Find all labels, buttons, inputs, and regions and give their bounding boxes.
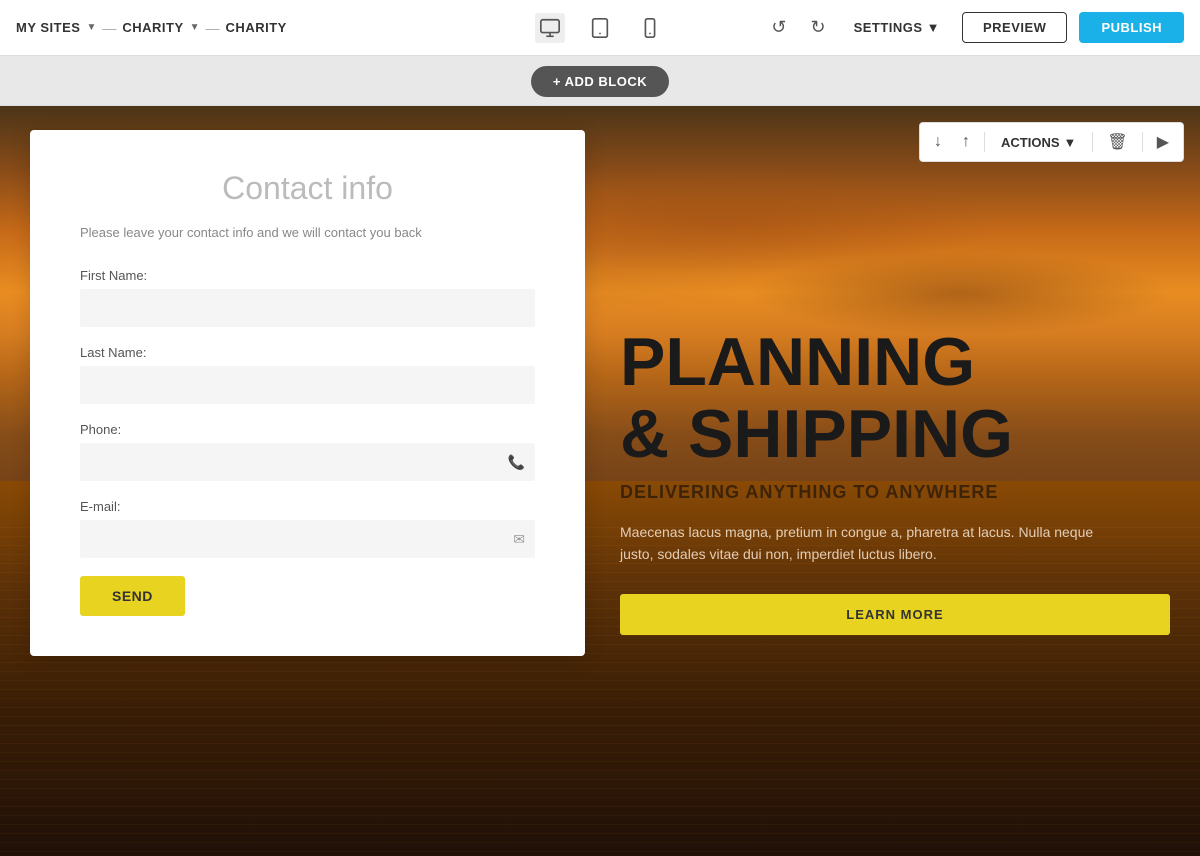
delete-button[interactable]: 🗑 xyxy=(1099,127,1135,157)
add-block-bar: + ADD BLOCK xyxy=(0,56,1200,106)
actions-separator-2 xyxy=(1092,132,1093,152)
first-name-label: First Name: xyxy=(80,268,535,283)
undo-button[interactable]: ↺ xyxy=(765,13,792,42)
topbar-actions: ↺ ↻ SETTINGS ▼ PREVIEW PUBLISH xyxy=(765,12,1184,43)
topbar: MY SITES ▼ — CHARITY ▼ — CHARITY xyxy=(0,0,1200,56)
add-block-button[interactable]: + ADD BLOCK xyxy=(531,66,669,97)
desktop-icon[interactable] xyxy=(535,13,565,43)
hero-subtitle: DELIVERING ANYTHING TO ANYWHERE xyxy=(620,482,1170,503)
actions-separator xyxy=(984,132,985,152)
my-sites-link[interactable]: MY SITES xyxy=(16,20,80,35)
phone-input-wrapper: 📞 xyxy=(80,443,535,481)
tablet-icon[interactable] xyxy=(585,13,615,43)
contact-form-title: Contact info xyxy=(80,170,535,207)
contact-form-card: Contact info Please leave your contact i… xyxy=(30,130,585,656)
publish-button[interactable]: PUBLISH xyxy=(1079,12,1184,43)
email-group: E-mail: ✉ xyxy=(80,499,535,558)
breadcrumb-arrow-2: ▼ xyxy=(190,22,200,33)
phone-group: Phone: 📞 xyxy=(80,422,535,481)
settings-button[interactable]: SETTINGS ▼ xyxy=(844,14,950,41)
email-input[interactable] xyxy=(80,520,535,558)
email-input-wrapper: ✉ xyxy=(80,520,535,558)
breadcrumb-sep-1: — xyxy=(102,20,116,36)
preview-button[interactable]: PREVIEW xyxy=(962,12,1067,43)
last-name-label: Last Name: xyxy=(80,345,535,360)
breadcrumb-charity-1[interactable]: CHARITY xyxy=(122,20,183,35)
phone-label: Phone: xyxy=(80,422,535,437)
contact-form-subtitle: Please leave your contact info and we wi… xyxy=(80,225,535,240)
mobile-icon[interactable] xyxy=(635,13,665,43)
hero-description: Maecenas lacus magna, pretium in congue … xyxy=(620,521,1120,566)
device-switcher xyxy=(535,13,665,43)
email-label: E-mail: xyxy=(80,499,535,514)
phone-input[interactable] xyxy=(80,443,535,481)
actions-arrow-icon: ▼ xyxy=(1064,135,1077,150)
first-name-group: First Name: xyxy=(80,268,535,327)
last-name-group: Last Name: xyxy=(80,345,535,404)
actions-menu-button[interactable]: ACTIONS ▼ xyxy=(991,130,1086,155)
move-up-button[interactable]: ↑ xyxy=(954,128,978,156)
settings-arrow-icon: ▼ xyxy=(927,20,940,35)
canvas: ↓ ↑ ACTIONS ▼ 🗑 ▶ Contact info Please le… xyxy=(0,106,1200,856)
move-down-button[interactable]: ↓ xyxy=(926,128,950,156)
redo-button[interactable]: ↻ xyxy=(804,13,831,42)
first-name-input[interactable] xyxy=(80,289,535,327)
learn-more-button[interactable]: LEARN MORE xyxy=(620,594,1170,635)
actions-separator-3 xyxy=(1142,132,1143,152)
last-name-input[interactable] xyxy=(80,366,535,404)
hero-title: PLANNING & SHIPPING xyxy=(620,327,1170,470)
actions-toolbar: ↓ ↑ ACTIONS ▼ 🗑 ▶ xyxy=(919,122,1184,162)
next-button[interactable]: ▶ xyxy=(1149,127,1177,157)
send-button[interactable]: SEND xyxy=(80,576,185,616)
breadcrumb-arrow-1: ▼ xyxy=(86,22,96,33)
breadcrumb-sep-2: — xyxy=(206,20,220,36)
breadcrumb-charity-2[interactable]: CHARITY xyxy=(226,20,287,35)
